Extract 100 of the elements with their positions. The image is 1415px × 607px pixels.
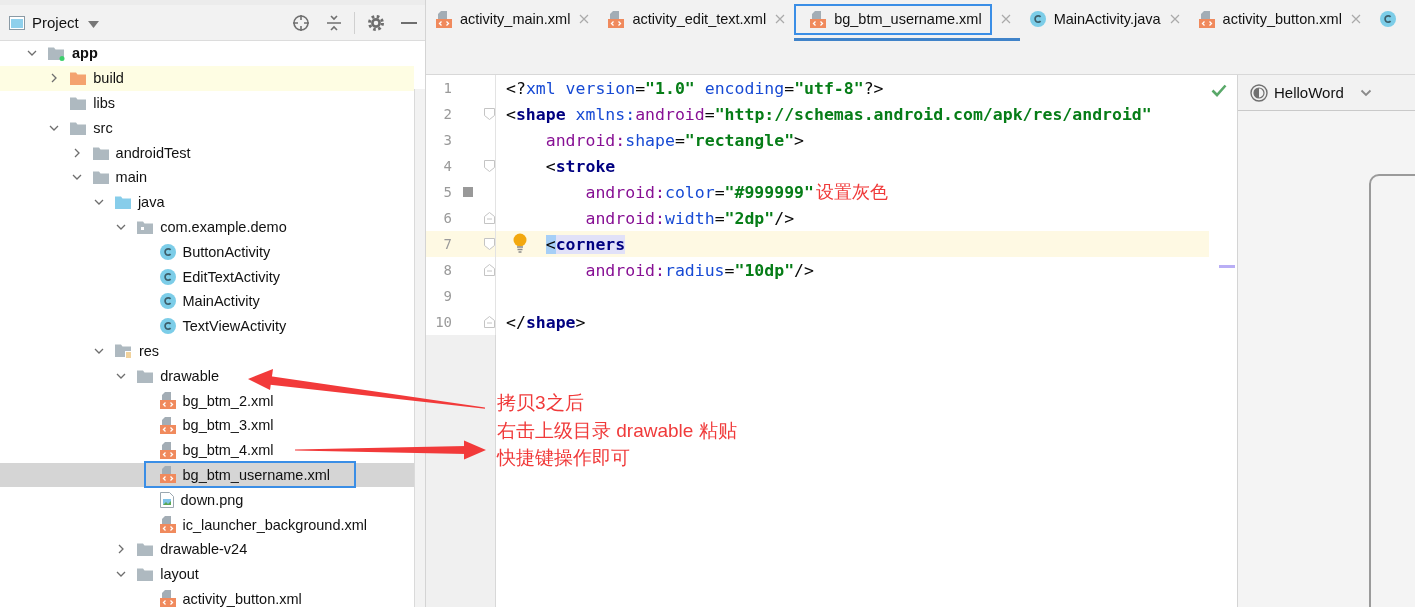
close-icon[interactable]	[1169, 14, 1180, 24]
package-icon	[137, 219, 154, 234]
tree-item[interactable]: build	[0, 65, 414, 91]
folder-icon	[114, 195, 131, 210]
line-number: 2	[442, 106, 452, 122]
code-line: android:radius="10dp"/>	[584, 260, 814, 280]
class-icon	[159, 268, 176, 285]
class-icon	[1029, 11, 1046, 27]
scrollbar[interactable]	[414, 89, 425, 607]
xml-file-icon	[159, 441, 176, 459]
tree-item[interactable]: MainActivity	[0, 288, 414, 314]
editor-tab[interactable]: activity_main.xml	[426, 0, 599, 41]
tree-item[interactable]: drawable	[0, 363, 414, 389]
tree-item[interactable]: java	[0, 189, 414, 215]
fold-marker-icon[interactable]	[484, 212, 495, 224]
fold-marker-icon[interactable]	[484, 316, 495, 328]
checkmark-icon	[1211, 84, 1227, 97]
xml-file-icon	[159, 466, 176, 484]
xml-file-icon	[810, 10, 827, 28]
tree-item[interactable]: down.png	[0, 487, 414, 513]
dropdown-caret-icon[interactable]	[87, 20, 99, 28]
line-number: 1	[442, 80, 452, 96]
class-icon	[1379, 11, 1396, 27]
folder-icon	[137, 542, 154, 557]
close-icon[interactable]	[775, 14, 786, 24]
fold-marker-icon[interactable]	[484, 264, 495, 276]
line-number: 3	[442, 132, 452, 148]
folder-icon	[70, 120, 87, 135]
annotation-text: 快捷键操作即可	[497, 446, 630, 470]
xml-file-icon	[436, 10, 452, 28]
tree-item[interactable]: EditTextActivity	[0, 264, 414, 289]
code-line: android:color="#999999"	[584, 182, 814, 202]
xml-file-icon	[159, 516, 176, 534]
editor-tab[interactable]: activity_edit_text.xml	[598, 0, 795, 41]
line-number: 10	[434, 314, 452, 330]
code-line: <?xml version="1.0" encoding="utf-8"?>	[506, 78, 884, 98]
annotation-text: 拷贝3之后	[497, 391, 584, 415]
line-number: 9	[442, 288, 452, 304]
folder-icon	[92, 145, 109, 160]
tree-item[interactable]: layout	[0, 561, 414, 587]
editor-tab[interactable]: activity_button.xml	[1188, 0, 1370, 41]
tree-item[interactable]: libs	[0, 90, 414, 116]
annotation-text: 右击上级目录 drawable 粘贴	[497, 418, 737, 443]
folder-icon	[70, 71, 87, 86]
code-editor[interactable]	[426, 75, 1237, 607]
editor-tab[interactable]: MainActivity.java	[1019, 0, 1189, 41]
folder-icon	[92, 170, 109, 185]
tree-item[interactable]: src	[0, 115, 414, 141]
theme-selector[interactable]: HelloWord	[1274, 84, 1344, 101]
annotation-text: 设置灰色	[815, 181, 888, 204]
line-number: 8	[442, 262, 452, 278]
line-number: 4	[442, 158, 452, 174]
tree-item[interactable]: main	[0, 165, 414, 190]
tree-item[interactable]: ic_launcher_background.xml	[0, 512, 414, 537]
tree-item[interactable]: bg_btm_4.xml	[0, 437, 414, 463]
xml-file-icon	[608, 10, 625, 28]
fold-marker-icon[interactable]	[484, 238, 495, 250]
code-line: android:shape="rectangle">	[544, 130, 805, 150]
tree-item[interactable]: TextViewActivity	[0, 313, 414, 339]
theme-icon	[1250, 83, 1268, 102]
settings-icon[interactable]	[367, 13, 385, 32]
folder-icon	[48, 45, 65, 61]
xml-file-icon	[159, 416, 176, 434]
tree-item[interactable]: activity_button.xml	[0, 586, 414, 607]
code-line: <stroke	[544, 156, 616, 176]
panel-title: Project	[32, 14, 79, 31]
close-icon[interactable]	[579, 14, 590, 24]
code-line: android:width="2dp"/>	[584, 208, 795, 228]
tree-item[interactable]: res	[0, 338, 414, 364]
class-icon	[159, 293, 176, 310]
code-line: <corners	[544, 234, 626, 254]
chevron-down-icon[interactable]	[1359, 88, 1372, 97]
tree-item[interactable]: drawable-v24	[0, 536, 414, 562]
fold-marker-icon[interactable]	[484, 108, 495, 120]
code-line: </shape>	[506, 312, 586, 332]
tree-item[interactable]: bg_btm_3.xml	[0, 412, 414, 438]
resource-folder-icon	[114, 342, 132, 359]
code-line: <shape xmlns:android="http://schemas.android.com/apk/res/android"	[506, 104, 1152, 124]
tree-item[interactable]: bg_btm_2.xml	[0, 388, 414, 413]
line-number: 5	[442, 184, 452, 200]
folder-icon	[70, 96, 87, 110]
folder-icon	[137, 567, 154, 582]
panel-icon	[9, 15, 25, 30]
line-number: 7	[442, 236, 452, 252]
image-file-icon	[159, 491, 174, 508]
lightbulb-icon[interactable]	[513, 233, 527, 253]
tree-item[interactable]: com.example.demo	[0, 214, 414, 240]
fold-marker-icon[interactable]	[484, 160, 495, 172]
tree-item[interactable]: ButtonActivity	[0, 239, 414, 265]
xml-file-icon	[159, 392, 176, 410]
collapse-all-icon[interactable]	[326, 13, 342, 32]
class-icon	[159, 243, 176, 260]
tree-item[interactable]: bg_btm_username.xml	[0, 462, 414, 488]
folder-icon	[137, 368, 154, 383]
close-icon[interactable]	[1000, 14, 1011, 24]
tree-item[interactable]: androidTest	[0, 140, 414, 165]
crosshair-icon[interactable]	[292, 13, 310, 32]
tree-item[interactable]: app	[0, 41, 414, 66]
class-icon	[159, 318, 176, 335]
close-icon[interactable]	[1350, 14, 1361, 24]
